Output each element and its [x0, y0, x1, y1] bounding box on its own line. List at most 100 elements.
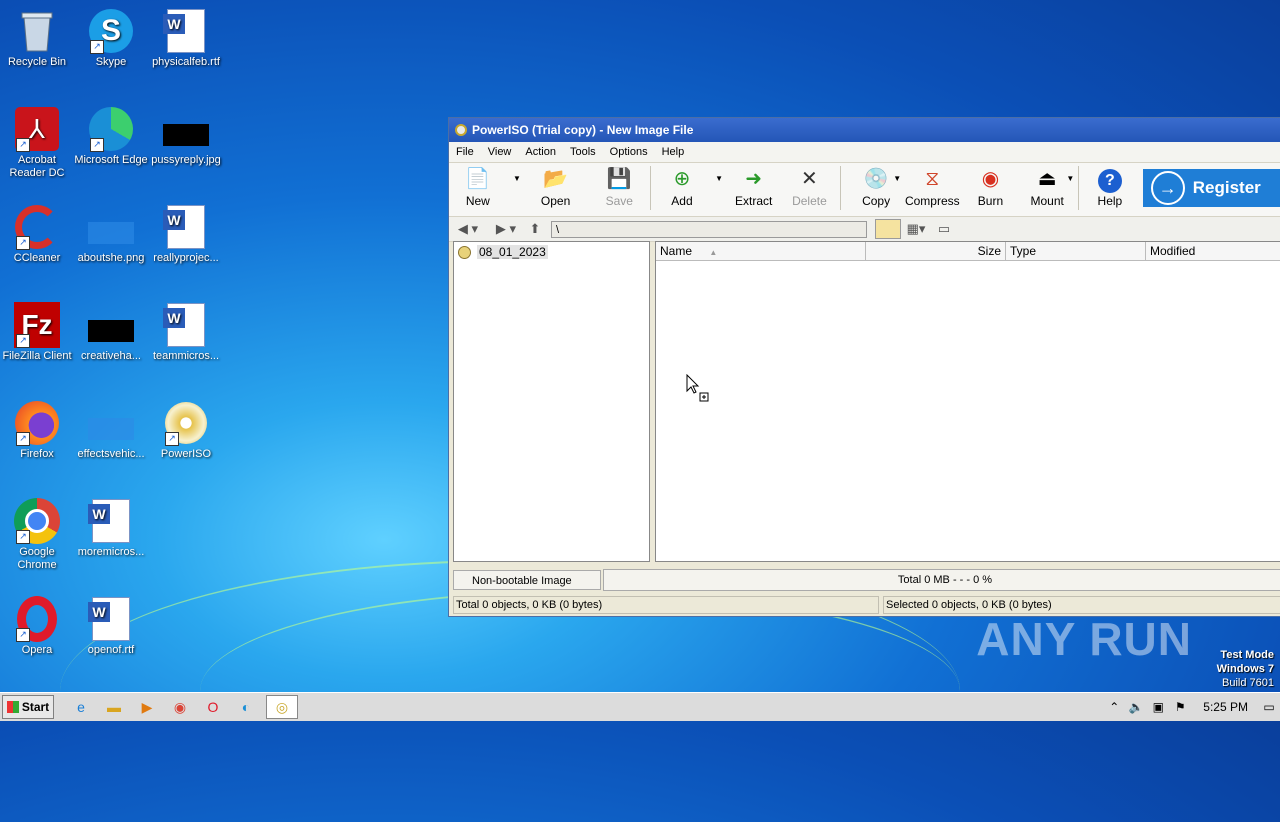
desktop-icon-firefox[interactable]: ↗ Firefox: [0, 400, 74, 461]
file-list[interactable]: Name ▲ Size Type Modified: [655, 241, 1280, 562]
register-button[interactable]: → Register: [1142, 169, 1280, 207]
burn-button[interactable]: ◉ Burn: [964, 166, 1018, 208]
filezilla-icon: Fz ↗: [14, 302, 60, 348]
poweriso-window[interactable]: PowerISO (Trial copy) - New Image File F…: [448, 117, 1280, 617]
action-center-flag-icon[interactable]: ⚑: [1169, 700, 1191, 714]
menu-help[interactable]: Help: [655, 146, 692, 158]
delete-icon: ✕: [801, 168, 818, 190]
add-button[interactable]: ⊕ Add ▼: [655, 166, 723, 208]
volume-icon[interactable]: 🔈: [1125, 700, 1147, 714]
image-file-icon: [88, 302, 134, 348]
chrome-icon: ◉: [173, 698, 187, 715]
up-folder-button[interactable]: ⬆: [525, 221, 545, 237]
taskbar-opera[interactable]: O: [200, 696, 226, 718]
column-name[interactable]: Name ▲: [656, 242, 866, 260]
taskbar-edge[interactable]: ◐: [233, 696, 259, 718]
folder-tree[interactable]: 08_01_2023: [453, 241, 650, 562]
desktop-icon-creativeha[interactable]: creativeha...: [74, 302, 148, 363]
desktop-icon-teammicros[interactable]: W teammicros...: [149, 302, 223, 363]
compress-icon: ⧖: [925, 168, 940, 190]
help-button[interactable]: ? Help: [1083, 166, 1137, 208]
internet-explorer-icon: e: [77, 699, 85, 715]
boot-status[interactable]: Non-bootable Image: [453, 569, 601, 590]
back-arrow-icon: ◀ ▾: [457, 221, 479, 236]
desktop-icon-chrome[interactable]: ↗ Google Chrome: [0, 498, 74, 572]
taskbar: Start e ▬ ▶ ◉ O ◐ ◎ ⌃ 🔈 ▣ ⚑ 5:25 PM ▭: [0, 692, 1280, 721]
compress-button[interactable]: ⧖ Compress: [905, 166, 960, 208]
folder-view-button[interactable]: [875, 219, 901, 239]
desktop-icon-filezilla[interactable]: Fz ↗ FileZilla Client: [0, 302, 74, 363]
desktop-icon-poweriso[interactable]: ↗ PowerISO: [149, 400, 223, 461]
desktop-icon-reallyprojec[interactable]: W reallyprojec...: [149, 204, 223, 265]
column-type[interactable]: Type: [1006, 242, 1146, 260]
path-field[interactable]: \: [551, 220, 867, 238]
address-bar: ◀ ▾ ▶ ▾ ⬆ \ ▦▾ ▭: [449, 217, 1280, 242]
image-file-icon: [163, 106, 209, 152]
skype-icon: S ↗: [88, 8, 134, 54]
network-icon[interactable]: ▣: [1147, 700, 1169, 714]
sort-asc-icon: ▲: [709, 248, 718, 257]
shortcut-arrow-icon: ↗: [16, 236, 30, 250]
desktop-icon-effectsvehic[interactable]: effectsvehic...: [74, 400, 148, 461]
desktop-icon-recycle-bin[interactable]: Recycle Bin: [0, 8, 74, 69]
mount-button[interactable]: ⏏ Mount ▼: [1020, 166, 1075, 208]
save-button[interactable]: 💾 Save: [592, 166, 646, 208]
open-button[interactable]: 📂 Open: [529, 166, 583, 208]
desktop-icon-aboutshe[interactable]: aboutshe.png: [74, 204, 148, 265]
copy-dropdown-icon[interactable]: ▼: [893, 174, 901, 183]
back-button[interactable]: ◀ ▾: [449, 221, 487, 237]
mount-dropdown-icon[interactable]: ▼: [1066, 174, 1074, 183]
shortcut-arrow-icon: ↗: [16, 530, 30, 544]
new-dropdown-icon[interactable]: ▼: [513, 174, 521, 183]
start-button[interactable]: Start: [2, 695, 54, 719]
desktop-icon-moremicros[interactable]: W moremicros...: [74, 498, 148, 559]
desktop-icon-skype[interactable]: S ↗ Skype: [74, 8, 148, 69]
desktop-icon-physicalfeb[interactable]: W physicalfeb.rtf: [149, 8, 223, 69]
recycle-bin-icon: [14, 8, 60, 54]
view-list-icon: ▦▾: [906, 221, 926, 236]
window-titlebar[interactable]: PowerISO (Trial copy) - New Image File: [449, 118, 1280, 142]
content-panes: 08_01_2023 Name ▲ Size Type Modified: [453, 241, 1280, 562]
taskbar-poweriso[interactable]: ◎: [266, 695, 298, 719]
toolbar: 📄 New ▼ 📂 Open 💾 Save ⊕ Add ▼ ➜ Extract …: [449, 163, 1280, 217]
shortcut-arrow-icon: ↗: [16, 432, 30, 446]
forward-button[interactable]: ▶ ▾: [487, 221, 525, 237]
desktop-icon-edge[interactable]: ↗ Microsoft Edge: [74, 106, 148, 167]
taskbar-media-player[interactable]: ▶: [134, 696, 160, 718]
add-dropdown-icon[interactable]: ▼: [715, 174, 723, 183]
delete-button[interactable]: ✕ Delete: [783, 166, 837, 208]
menu-action[interactable]: Action: [518, 146, 563, 158]
capacity-progress: Total 0 MB - - - 0 %: [603, 568, 1280, 591]
preview-pane-button[interactable]: ▭: [931, 221, 957, 237]
menu-options[interactable]: Options: [603, 146, 655, 158]
menu-view[interactable]: View: [481, 146, 519, 158]
menu-tools[interactable]: Tools: [563, 146, 603, 158]
burn-disc-icon: ◉: [981, 168, 1000, 190]
add-icon: ⊕: [673, 168, 691, 190]
toolbar-separator: [650, 166, 652, 210]
taskbar-explorer[interactable]: ▬: [101, 696, 127, 718]
desktop-icon-pussyreply[interactable]: pussyreply.jpg: [149, 106, 223, 167]
save-icon: 💾: [606, 168, 632, 190]
shortcut-arrow-icon: ↗: [165, 432, 179, 446]
desktop-icon-ccleaner[interactable]: ↗ CCleaner: [0, 204, 74, 265]
menu-file[interactable]: File: [449, 146, 481, 158]
desktop-icon-acrobat[interactable]: ⅄ ↗ Acrobat Reader DC: [0, 106, 74, 180]
view-mode-button[interactable]: ▦▾: [901, 221, 931, 237]
desktop-icon-openof[interactable]: W openof.rtf: [74, 596, 148, 657]
word-document-icon: W: [163, 204, 209, 250]
taskbar-ie[interactable]: e: [68, 696, 94, 718]
cursor-copy-icon: [686, 374, 709, 402]
new-button[interactable]: 📄 New ▼: [451, 166, 521, 208]
tray-expand-icon[interactable]: ⌃: [1103, 700, 1125, 714]
show-desktop-icon[interactable]: ▭: [1258, 700, 1280, 714]
clock[interactable]: 5:25 PM: [1203, 700, 1248, 714]
extract-button[interactable]: ➜ Extract: [727, 166, 781, 208]
column-size[interactable]: Size: [866, 242, 1006, 260]
desktop-icon-opera[interactable]: ↗ Opera: [0, 596, 74, 657]
column-modified[interactable]: Modified: [1146, 242, 1280, 260]
taskbar-chrome[interactable]: ◉: [167, 696, 193, 718]
tree-item-root[interactable]: 08_01_2023: [458, 245, 645, 259]
copy-button[interactable]: 💿 Copy ▼: [849, 166, 903, 208]
arrow-right-icon: →: [1150, 171, 1185, 205]
